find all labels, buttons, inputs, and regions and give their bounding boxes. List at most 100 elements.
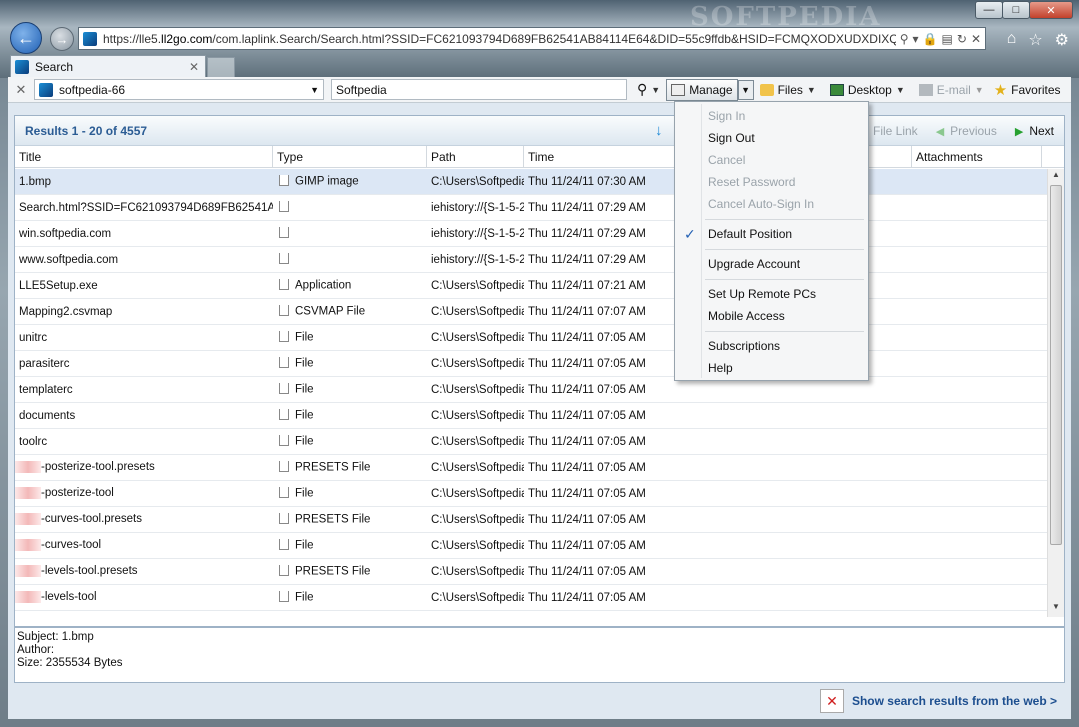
search-input[interactable]: Softpedia <box>331 79 627 100</box>
menu-item-subscriptions[interactable]: Subscriptions <box>675 335 868 357</box>
table-row[interactable]: Mapping2.csvmap CSVMAP File C:\Users\Softp… <box>15 299 1049 325</box>
menu-item-help[interactable]: Help <box>675 357 868 379</box>
scroll-down-icon[interactable]: ▼ <box>1048 602 1064 616</box>
cell-type: PRESETS File <box>273 513 427 526</box>
favorites-button[interactable]: ★ Favorites <box>990 79 1065 101</box>
menu-item-mobile-access[interactable]: Mobile Access <box>675 305 868 327</box>
menu-item-upgrade-account[interactable]: Upgrade Account <box>675 253 868 275</box>
table-row[interactable]: templaterc File C:\Users\Softpedia\ Thu 11/… <box>15 377 1049 403</box>
email-icon <box>918 83 933 96</box>
forward-arrow-icon[interactable]: → <box>50 27 74 51</box>
table-row[interactable]: -posterize-tool File C:\Users\Softpedia\ Th… <box>15 481 1049 507</box>
chevron-down-icon: ▼ <box>974 84 984 95</box>
vertical-scrollbar[interactable]: ▲ ▼ <box>1047 169 1064 617</box>
dropdown-icon[interactable]: ▾ <box>913 32 919 46</box>
cell-time: Thu 11/24/11 07:29 AM <box>528 227 646 240</box>
manage-dropdown-button[interactable]: ▼ <box>737 79 754 100</box>
cell-time: Thu 11/24/11 07:05 AM <box>528 487 646 500</box>
close-tab-icon[interactable]: ✕ <box>189 60 205 74</box>
lock-icon[interactable]: 🔒 <box>923 32 938 46</box>
manage-button[interactable]: Manage <box>666 78 738 101</box>
email-button[interactable]: E-mail ▼ <box>915 79 988 101</box>
search-button[interactable]: ⚲ ▼ <box>633 79 664 101</box>
document-icon <box>279 227 289 238</box>
profile-select[interactable]: softpedia-66 ▼ <box>34 79 324 100</box>
cell-type: PRESETS File <box>273 565 427 578</box>
column-header-title[interactable]: Title <box>15 146 273 167</box>
table-row[interactable]: documents File C:\Users\Softpedia\ Thu 11/2… <box>15 403 1049 429</box>
table-row[interactable]: -curves-tool File C:\Users\Softpedia\ Thu 1… <box>15 533 1049 559</box>
file-link-button[interactable]: File Link <box>873 124 918 138</box>
document-icon <box>279 253 289 264</box>
column-header-path[interactable]: Path <box>427 146 524 167</box>
results-header: Results 1 - 20 of 4557 ↓ File Link ◀ Prev… <box>15 116 1064 146</box>
cell-type: Application <box>273 279 427 292</box>
address-bar[interactable]: https://lle5.ll2go.com/com.laplink.Searc… <box>78 27 986 50</box>
table-row[interactable]: Search.html?SSID=FC621093794D689FB62541A… <box>15 195 1049 221</box>
refresh-icon[interactable]: ↻ <box>957 32 967 46</box>
compat-icon[interactable]: ▤ <box>942 32 953 46</box>
back-arrow-icon[interactable]: ← <box>10 22 42 54</box>
cell-time: Thu 11/24/11 07:05 AM <box>528 383 646 396</box>
detail-size: Size: 2355534 Bytes <box>17 657 123 669</box>
web-results-link[interactable]: ✕ Show search results from the web > <box>819 689 1057 713</box>
redacted-mark <box>15 591 41 604</box>
url-text: https://lle5.ll2go.com/com.laplink.Searc… <box>103 31 896 46</box>
next-button[interactable]: ▶ Next <box>1015 124 1054 138</box>
table-row[interactable]: -levels-tool File C:\Users\Softpedia\ Thu 1… <box>15 585 1049 611</box>
table-row[interactable]: -curves-tool.presets PRESETS File C:\Users… <box>15 507 1049 533</box>
menu-item-default-position[interactable]: ✓ Default Position <box>675 223 868 245</box>
scroll-up-icon[interactable]: ▲ <box>1048 170 1064 184</box>
clear-icon[interactable]: ✕ <box>8 82 34 98</box>
desktop-button[interactable]: Desktop ▼ <box>826 79 909 101</box>
menu-item-set-up-remote-pcs[interactable]: Set Up Remote PCs <box>675 283 868 305</box>
stop-icon[interactable]: ✕ <box>971 32 981 46</box>
cell-time: Thu 11/24/11 07:05 AM <box>528 591 646 604</box>
files-button[interactable]: Files ▼ <box>756 79 820 101</box>
table-row[interactable]: -posterize-tool.presets PRESETS File C:\Us… <box>15 455 1049 481</box>
table-row[interactable]: unitrc File C:\Users\Softpedia\ Thu 11/24/1… <box>15 325 1049 351</box>
cell-time: Thu 11/24/11 07:05 AM <box>528 331 646 344</box>
gear-icon[interactable]: ⚙ <box>1055 30 1069 50</box>
main-area: Results 1 - 20 of 4557 ↓ File Link ◀ Prev… <box>8 103 1071 719</box>
cell-path: iehistory://{S-1-5-2 <box>431 201 524 214</box>
previous-button[interactable]: ◀ Previous <box>936 124 997 138</box>
table-row[interactable]: toolrc File C:\Users\Softpedia\ Thu 11/24/1… <box>15 429 1049 455</box>
download-icon[interactable]: ↓ <box>655 122 663 139</box>
new-tab-button[interactable] <box>207 57 235 77</box>
menu-separator <box>675 215 868 223</box>
table-row[interactable]: www.softpedia.com iehistory://{S-1-5-2 Thu… <box>15 247 1049 273</box>
menu-item-sign-out[interactable]: Sign Out <box>675 127 868 149</box>
cell-time: Thu 11/24/11 07:30 AM <box>528 175 646 188</box>
column-header-attachments[interactable]: Attachments <box>912 146 1042 167</box>
table-row[interactable]: parasiterc File C:\Users\Softpedia\ Thu 11/… <box>15 351 1049 377</box>
cell-time: Thu 11/24/11 07:21 AM <box>528 279 646 292</box>
cell-time: Thu 11/24/11 07:07 AM <box>528 305 646 318</box>
column-header-type[interactable]: Type <box>273 146 427 167</box>
cell-type: PRESETS File <box>273 461 427 474</box>
tab-search[interactable]: Search ✕ <box>10 55 206 77</box>
cell-path: C:\Users\Softpedia\ <box>431 409 524 422</box>
redacted-mark <box>15 487 41 500</box>
profile-icon <box>39 82 53 97</box>
table-row[interactable]: 1.bmp GIMP image C:\Users\Softpedia\ Thu 11… <box>15 169 1049 195</box>
star-icon[interactable]: ☆ <box>1028 30 1042 50</box>
cell-time: Thu 11/24/11 07:05 AM <box>528 565 646 578</box>
scroll-thumb[interactable] <box>1050 185 1062 545</box>
search-icon[interactable]: ⚲ <box>900 32 909 46</box>
results-panel: Results 1 - 20 of 4557 ↓ File Link ◀ Prev… <box>14 115 1065 627</box>
cell-title: -posterize-tool <box>15 487 273 500</box>
star-icon: ★ <box>993 81 1008 99</box>
document-icon <box>279 435 289 446</box>
table-row[interactable]: -levels-tool.presets PRESETS File C:\Users… <box>15 559 1049 585</box>
table-row[interactable]: LLE5Setup.exe Application C:\Users\Softped… <box>15 273 1049 299</box>
column-headers: Title Type Path Time Attachments <box>15 146 1064 168</box>
cell-path: C:\Users\Softpedia\ <box>431 175 524 188</box>
close-window-button[interactable]: ✕ <box>1029 1 1073 19</box>
minimize-button[interactable]: — <box>975 1 1003 19</box>
cell-path: C:\Users\Softpedia\ <box>431 487 524 500</box>
maximize-button[interactable]: □ <box>1002 1 1030 19</box>
cell-time: Thu 11/24/11 07:05 AM <box>528 461 646 474</box>
table-row[interactable]: win.softpedia.com iehistory://{S-1-5-2 Thu… <box>15 221 1049 247</box>
home-icon[interactable]: ⌂ <box>1007 30 1017 50</box>
